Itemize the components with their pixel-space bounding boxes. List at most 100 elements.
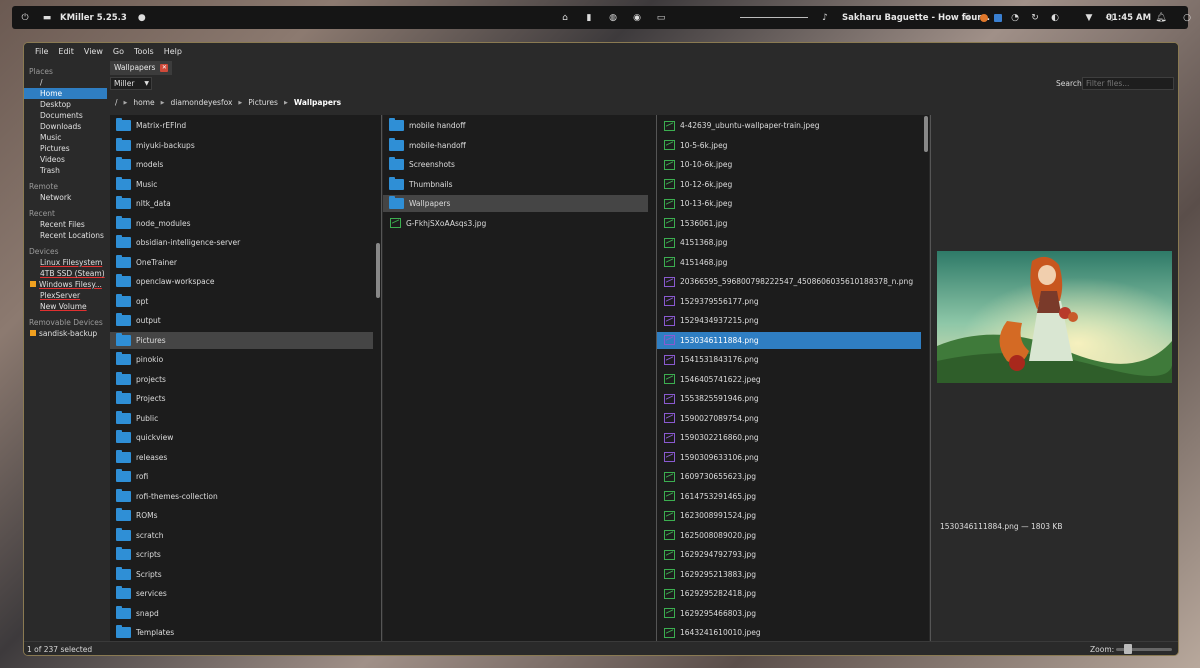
menu-tools[interactable]: Tools: [129, 47, 159, 56]
list-item[interactable]: 1623008991524.jpg: [657, 507, 921, 524]
steam-tray-icon[interactable]: ◔: [1008, 11, 1022, 25]
list-item[interactable]: 1629295213883.jpg: [657, 566, 921, 583]
power-icon[interactable]: ○: [1180, 11, 1194, 25]
list-item[interactable]: OneTrainer: [110, 254, 373, 271]
filter-input[interactable]: [1082, 77, 1174, 90]
list-item[interactable]: rofi: [110, 468, 373, 485]
sidebar-item-network[interactable]: Network: [24, 192, 107, 203]
list-item[interactable]: 1590027089754.png: [657, 410, 921, 427]
col1-scrollbar[interactable]: [376, 243, 380, 298]
list-item[interactable]: 10-13-6k.jpeg: [657, 195, 921, 212]
list-item[interactable]: 1590302216860.png: [657, 429, 921, 446]
list-item[interactable]: G-FkhjSXoAAsqs3.jpg: [383, 215, 648, 232]
list-item[interactable]: Thumbnails: [383, 176, 648, 193]
list-item[interactable]: pinokio: [110, 351, 373, 368]
sidebar-item-sandisk[interactable]: sandisk-backup: [24, 328, 107, 339]
clock[interactable]: 01:45 AM: [1106, 13, 1151, 23]
sidebar-item-music[interactable]: Music: [24, 132, 107, 143]
record-icon[interactable]: ◐: [1048, 11, 1062, 25]
list-item[interactable]: Projects: [110, 390, 373, 407]
menu-file[interactable]: File: [30, 47, 53, 56]
col3-scrollbar[interactable]: [924, 116, 928, 152]
zoom-slider-handle[interactable]: [1124, 644, 1132, 654]
list-item[interactable]: 10-10-6k.jpeg: [657, 156, 921, 173]
menu-edit[interactable]: Edit: [53, 47, 79, 56]
list-item[interactable]: output: [110, 312, 373, 329]
list-item[interactable]: 1643241610010.jpeg: [657, 624, 921, 641]
list-item[interactable]: 1614753291465.jpg: [657, 488, 921, 505]
list-item[interactable]: obsidian-intelligence-server: [110, 234, 373, 251]
list-item[interactable]: 1529434937215.png: [657, 312, 921, 329]
crumb-pictures[interactable]: Pictures: [248, 98, 278, 107]
sidebar-item-windows-filesystem[interactable]: Windows Filesy...: [24, 279, 107, 290]
list-item[interactable]: services: [110, 585, 373, 602]
list-item[interactable]: 1553825591946.png: [657, 390, 921, 407]
firefox-icon[interactable]: [980, 13, 988, 22]
settings-icon[interactable]: ●: [135, 11, 149, 25]
sidebar-item-root[interactable]: /: [24, 77, 107, 88]
list-item[interactable]: Scripts: [110, 566, 373, 583]
network-icon[interactable]: ▼: [1082, 11, 1096, 25]
sidebar-item-pictures[interactable]: Pictures: [24, 143, 107, 154]
sync-icon[interactable]: ↻: [1028, 11, 1042, 25]
list-item[interactable]: mobile-handoff: [383, 137, 648, 154]
notifications-icon[interactable]: 🔔︎: [1154, 11, 1168, 25]
app-blue-icon[interactable]: [994, 13, 1002, 22]
app-menu-icon[interactable]: ⏻: [18, 11, 32, 25]
list-item[interactable]: Wallpapers: [383, 195, 648, 212]
sidebar-item-recent-files[interactable]: Recent Files: [24, 219, 107, 230]
list-item[interactable]: Music: [110, 176, 373, 193]
list-item[interactable]: 4151468.jpg: [657, 254, 921, 271]
list-item[interactable]: 4151368.jpg: [657, 234, 921, 251]
crumb-home[interactable]: home: [133, 98, 154, 107]
crumb-root[interactable]: /: [115, 98, 118, 107]
close-icon[interactable]: ✕: [160, 64, 169, 72]
sidebar-item-new-volume[interactable]: New Volume: [24, 301, 107, 312]
list-item[interactable]: 1590309633106.png: [657, 449, 921, 466]
list-item[interactable]: 4-42639_ubuntu-wallpaper-train.jpeg: [657, 117, 921, 134]
list-item[interactable]: 1529379556177.png: [657, 293, 921, 310]
home-icon[interactable]: ⌂: [558, 11, 572, 25]
sidebar-item-plexserver[interactable]: PlexServer: [24, 290, 107, 301]
sidebar-item-home[interactable]: Home: [24, 88, 107, 99]
list-item[interactable]: node_modules: [110, 215, 373, 232]
sidebar-item-trash[interactable]: Trash: [24, 165, 107, 176]
list-item[interactable]: 10-12-6k.jpeg: [657, 176, 921, 193]
list-item[interactable]: 1546405741622.jpeg: [657, 371, 921, 388]
list-item[interactable]: Templates: [110, 624, 373, 641]
folder-icon[interactable]: ▭: [654, 11, 668, 25]
list-item[interactable]: opt: [110, 293, 373, 310]
list-item[interactable]: openclaw-workspace: [110, 273, 373, 290]
list-item[interactable]: snapd: [110, 605, 373, 622]
column-divider[interactable]: [930, 115, 931, 641]
list-item[interactable]: 1629295466803.jpg: [657, 605, 921, 622]
list-item[interactable]: 1541531843176.png: [657, 351, 921, 368]
list-item[interactable]: scratch: [110, 527, 373, 544]
list-item[interactable]: Pictures: [110, 331, 373, 349]
list-item[interactable]: 1625008089020.jpg: [657, 527, 921, 544]
list-item[interactable]: scripts: [110, 546, 373, 563]
list-item[interactable]: Screenshots: [383, 156, 648, 173]
list-item[interactable]: nltk_data: [110, 195, 373, 212]
list-item[interactable]: 1629295282418.jpg: [657, 585, 921, 602]
browser-icon[interactable]: ◍: [606, 11, 620, 25]
list-item[interactable]: rofi-themes-collection: [110, 488, 373, 505]
list-item[interactable]: 1609730655623.jpg: [657, 468, 921, 485]
list-item[interactable]: quickview: [110, 429, 373, 446]
sidebar-item-ssd-steam[interactable]: 4TB SSD (Steam): [24, 268, 107, 279]
list-item[interactable]: miyuki-backups: [110, 137, 373, 154]
skull-icon[interactable]: ☠: [960, 11, 974, 25]
menu-view[interactable]: View: [79, 47, 108, 56]
list-item[interactable]: 1530346111884.png: [657, 331, 921, 349]
list-item[interactable]: Public: [110, 410, 373, 427]
list-item[interactable]: 1629294792793.jpg: [657, 546, 921, 563]
list-item[interactable]: projects: [110, 371, 373, 388]
sidebar-item-documents[interactable]: Documents: [24, 110, 107, 121]
menu-help[interactable]: Help: [159, 47, 187, 56]
crumb-user[interactable]: diamondeyesfox: [171, 98, 233, 107]
sidebar-item-desktop[interactable]: Desktop: [24, 99, 107, 110]
sidebar-item-videos[interactable]: Videos: [24, 154, 107, 165]
list-item[interactable]: 10-5-6k.jpeg: [657, 137, 921, 154]
column-divider[interactable]: [381, 115, 382, 641]
list-item[interactable]: 20366595_596800798222547_450860603561018…: [657, 273, 921, 290]
